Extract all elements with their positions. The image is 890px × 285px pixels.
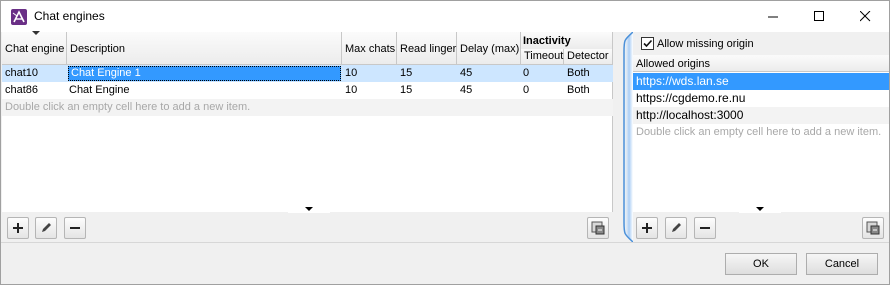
list-item[interactable]: https://wds.lan.se (633, 73, 889, 90)
pencil-icon (42, 223, 51, 232)
column-header-allowed-origins[interactable]: Allowed origins (633, 55, 889, 72)
minus-icon (70, 227, 80, 229)
cancel-button[interactable]: Cancel (806, 253, 878, 275)
close-button[interactable] (842, 1, 888, 32)
column-group-inactivity: Inactivity (521, 32, 613, 49)
list-item[interactable]: http://localhost:3000 (633, 107, 889, 124)
table-row[interactable]: chat10 Chat Engine 1 10 15 45 0 Both (2, 65, 613, 82)
minimize-button[interactable] (750, 1, 796, 32)
cell-delay-max: 45 (460, 84, 473, 96)
add-engine-button[interactable] (7, 217, 29, 239)
edit-origin-button[interactable] (665, 217, 687, 239)
cell-detector: Both (567, 84, 590, 96)
cell-timeout: 0 (523, 84, 530, 96)
dialog-button-bar: OK Cancel (1, 242, 889, 284)
add-item-row[interactable]: Double click an empty cell here to add a… (2, 99, 613, 116)
minimize-icon (767, 16, 778, 18)
export-icon (866, 221, 880, 235)
list-item[interactable]: https://cgdemo.re.nu (633, 90, 889, 107)
remove-origin-button[interactable] (694, 217, 716, 239)
export-engines-button[interactable] (587, 217, 609, 239)
origins-expand-handle[interactable] (739, 205, 781, 213)
column-header-max-chats[interactable]: Max chats (342, 32, 397, 65)
add-origin-hint: Double click an empty cell here to add a… (636, 126, 882, 138)
close-icon (859, 11, 870, 22)
allow-missing-origin-row: Allow missing origin (633, 32, 889, 55)
window-title: Chat engines (34, 9, 105, 23)
column-header-delay-max[interactable]: Delay (max) (457, 32, 521, 65)
cell-detector: Both (567, 67, 590, 79)
cell-timeout: 0 (523, 67, 530, 79)
pencil-icon (672, 223, 681, 232)
allow-missing-origin-checkbox[interactable] (641, 37, 654, 50)
add-origin-button[interactable] (636, 217, 658, 239)
chat-engines-dialog: Chat engines Chat engine Description Max… (0, 0, 890, 285)
cell-delay-max: 45 (460, 67, 473, 79)
sort-descending-icon (32, 31, 40, 35)
cell-max-chats: 10 (345, 67, 358, 79)
edit-engine-button[interactable] (35, 217, 57, 239)
cell-chat-engine: chat10 (5, 67, 39, 79)
engines-table: Chat engine Description Max chats Read l… (2, 31, 613, 212)
add-origin-row[interactable]: Double click an empty cell here to add a… (633, 124, 889, 141)
cell-max-chats: 10 (345, 84, 358, 96)
plus-icon (642, 223, 652, 233)
export-origins-button[interactable] (862, 217, 884, 239)
expand-handle[interactable] (288, 205, 330, 213)
cell-chat-engine: chat86 (5, 84, 39, 96)
column-header-chat-engine[interactable]: Chat engine (2, 31, 67, 65)
cell-description-editor[interactable]: Chat Engine 1 (68, 66, 341, 81)
table-row[interactable]: chat86 Chat Engine 10 15 45 0 Both (2, 82, 613, 99)
cell-read-linger: 15 (400, 84, 413, 96)
column-header-detector[interactable]: Detector (564, 49, 613, 65)
app-icon (11, 9, 27, 25)
maximize-icon (813, 11, 824, 21)
checkmark-icon (643, 39, 653, 48)
column-header-read-linger[interactable]: Read linger (397, 32, 457, 65)
export-icon (591, 221, 605, 235)
plus-icon (13, 223, 23, 233)
minus-icon (700, 227, 710, 229)
maximize-button[interactable] (796, 1, 842, 32)
cell-description: Chat Engine (69, 84, 130, 96)
column-header-description[interactable]: Description (67, 32, 342, 65)
origins-panel: Allow missing origin Allowed origins htt… (633, 32, 889, 212)
allow-missing-origin-label: Allow missing origin (657, 38, 754, 50)
add-item-hint: Double click an empty cell here to add a… (5, 101, 251, 113)
ok-button[interactable]: OK (725, 253, 797, 275)
title-bar: Chat engines (1, 1, 889, 32)
remove-engine-button[interactable] (64, 217, 86, 239)
column-header-timeout[interactable]: Timeout (521, 49, 564, 65)
cell-read-linger: 15 (400, 67, 413, 79)
pane-splitter[interactable] (613, 31, 634, 243)
